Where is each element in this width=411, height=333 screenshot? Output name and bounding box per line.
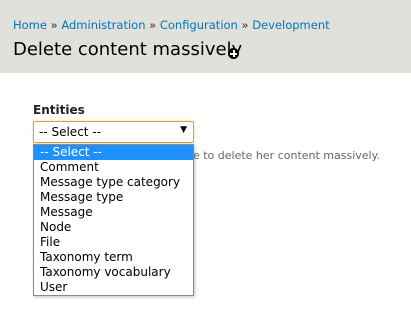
entities-dropdown-list: -- Select -- Comment Message type catego… [33,144,194,296]
breadcrumb: Home » Administration » Configuration » … [13,18,330,32]
breadcrumb-development[interactable]: Development [252,18,329,32]
breadcrumb-administration[interactable]: Administration [61,18,145,32]
breadcrumb-separator: » [149,18,157,32]
breadcrumb-configuration[interactable]: Configuration [160,18,238,32]
add-shortcut-icon[interactable] [228,48,239,59]
breadcrumb-home[interactable]: Home [13,18,47,32]
page-header: Home » Administration » Configuration » … [0,0,411,73]
breadcrumb-separator: » [241,18,249,32]
page-title: Delete content massively [13,39,243,60]
dropdown-option-select[interactable]: -- Select -- [34,145,193,160]
dropdown-option-message[interactable]: Message [34,205,193,220]
dropdown-option-node[interactable]: Node [34,220,193,235]
entities-select-value: -- Select -- [39,125,101,139]
dropdown-option-taxonomy-term[interactable]: Taxonomy term [34,250,193,265]
dropdown-option-file[interactable]: File [34,235,193,250]
entities-select[interactable]: -- Select -- ▼ [33,121,194,143]
dropdown-option-message-type-category[interactable]: Message type category [34,175,193,190]
entities-label: Entities [33,103,85,117]
dropdown-option-taxonomy-vocabulary[interactable]: Taxonomy vocabulary [34,265,193,280]
field-description-text: ke to delete her content massively. [187,149,381,162]
chevron-down-icon: ▼ [180,125,187,135]
breadcrumb-separator: » [50,18,58,32]
dropdown-option-user[interactable]: User [34,280,193,295]
dropdown-option-comment[interactable]: Comment [34,160,193,175]
dropdown-option-message-type[interactable]: Message type [34,190,193,205]
